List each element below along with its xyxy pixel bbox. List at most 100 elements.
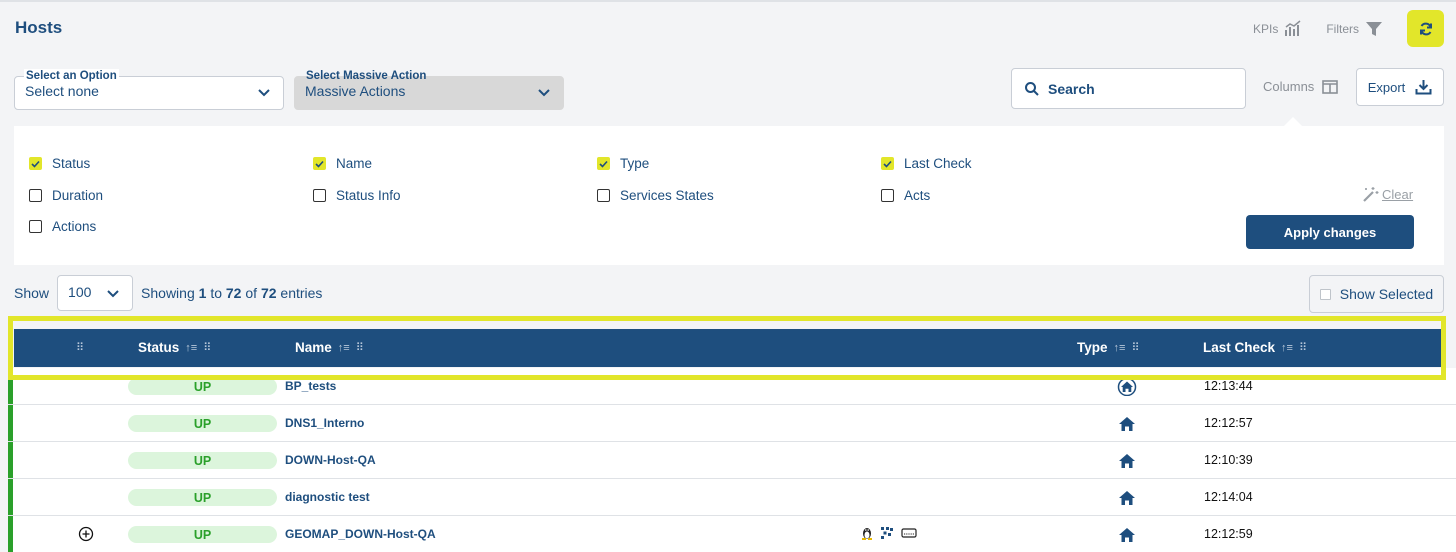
checkbox[interactable] bbox=[29, 157, 42, 170]
apply-changes-button[interactable]: Apply changes bbox=[1246, 215, 1414, 249]
show-selected-label: Show Selected bbox=[1339, 286, 1434, 302]
show-selected-toggle[interactable]: Show Selected bbox=[1309, 275, 1444, 313]
home-circle-icon bbox=[1117, 378, 1137, 396]
option-select[interactable]: Select none Select an Option bbox=[14, 69, 284, 110]
column-option-label: Type bbox=[620, 156, 650, 171]
status-badge: UP bbox=[128, 489, 277, 506]
last-check-time: 12:10:39 bbox=[1204, 453, 1253, 467]
last-check-time: 12:12:57 bbox=[1204, 416, 1253, 430]
massive-action-select[interactable]: Massive Actions Select Massive Action bbox=[294, 70, 564, 110]
show-label: Show bbox=[14, 285, 50, 301]
option-select-label: Select an Option bbox=[24, 69, 119, 83]
column-option-status[interactable]: Status bbox=[29, 156, 90, 171]
column-option-duration[interactable]: Duration bbox=[29, 188, 103, 203]
linux-icon bbox=[862, 528, 872, 540]
header-highlight-frame bbox=[8, 316, 1446, 380]
column-option-label: Duration bbox=[52, 188, 104, 203]
show-entries: Show 100 Showing 1 to 72 of 72 entries bbox=[14, 275, 322, 311]
search-icon bbox=[1025, 81, 1039, 96]
showing-text: Showing 1 to 72 of 72 entries bbox=[141, 285, 323, 301]
status-badge: UP bbox=[128, 415, 277, 432]
host-name-link[interactable]: diagnostic test bbox=[285, 490, 370, 504]
table-body: UP BP_tests 12:13:44 UP DNS1_Interno 12:… bbox=[8, 368, 1456, 552]
page-size-select[interactable]: 100 bbox=[57, 275, 134, 311]
top-actions: KPIs Filters bbox=[1253, 10, 1444, 47]
column-option-acts[interactable]: Acts bbox=[881, 188, 930, 203]
refresh-icon bbox=[1419, 22, 1432, 35]
table-row[interactable]: UP diagnostic test 12:14:04 bbox=[8, 479, 1456, 516]
chart-icon bbox=[1285, 19, 1301, 36]
status-badge: UP bbox=[128, 378, 277, 395]
status-indicator bbox=[8, 516, 13, 552]
check-icon bbox=[883, 160, 892, 168]
status-indicator bbox=[8, 442, 13, 478]
column-option-services-states[interactable]: Services States bbox=[597, 188, 714, 203]
status-badge: UP bbox=[128, 526, 277, 543]
checkbox[interactable] bbox=[313, 157, 326, 170]
column-option-label: Services States bbox=[620, 188, 714, 203]
last-check-time: 12:14:04 bbox=[1204, 490, 1253, 504]
table-row[interactable]: UP DOWN-Host-QA 12:10:39 bbox=[8, 442, 1456, 479]
status-badge: UP bbox=[128, 452, 277, 469]
checkbox[interactable] bbox=[1319, 288, 1331, 300]
column-option-actions[interactable]: Actions bbox=[29, 219, 96, 234]
clear-link[interactable]: Clear bbox=[1362, 186, 1413, 202]
clear-label: Clear bbox=[1382, 186, 1414, 202]
columns-button[interactable]: Columns bbox=[1263, 79, 1339, 94]
massive-action-value: Massive Actions bbox=[305, 83, 406, 99]
checkbox[interactable] bbox=[29, 189, 42, 202]
host-name-link[interactable]: GEOMAP_DOWN-Host-QA bbox=[285, 527, 436, 541]
page-size-value: 100 bbox=[68, 284, 92, 300]
search-input[interactable] bbox=[1048, 80, 1228, 97]
check-icon bbox=[599, 160, 608, 168]
columns-label: Columns bbox=[1263, 79, 1315, 94]
expand-plus-icon[interactable] bbox=[78, 526, 94, 542]
network-icon bbox=[881, 527, 893, 539]
kpis-button[interactable]: KPIs bbox=[1252, 19, 1302, 38]
page-title: Hosts bbox=[15, 18, 63, 37]
chevron-down-icon bbox=[538, 89, 550, 97]
checkbox[interactable] bbox=[313, 189, 326, 202]
home-icon bbox=[1119, 491, 1135, 505]
column-option-label: Acts bbox=[904, 188, 931, 203]
column-option-name[interactable]: Name bbox=[313, 156, 372, 171]
magic-wand-icon bbox=[1363, 187, 1379, 202]
host-name-link[interactable]: DOWN-Host-QA bbox=[285, 453, 376, 467]
export-button[interactable]: Export bbox=[1356, 68, 1444, 106]
column-option-label: Name bbox=[336, 156, 373, 171]
columns-icon bbox=[1322, 79, 1339, 94]
checkbox[interactable] bbox=[29, 220, 42, 233]
checkbox[interactable] bbox=[881, 157, 894, 170]
host-extra-icons bbox=[861, 526, 917, 540]
column-option-status-info[interactable]: Status Info bbox=[313, 188, 401, 203]
device-icon bbox=[901, 528, 917, 538]
column-option-last-check[interactable]: Last Check bbox=[881, 156, 972, 171]
search-box[interactable] bbox=[1011, 68, 1246, 109]
filters-label: Filters bbox=[1326, 21, 1359, 36]
checkbox[interactable] bbox=[597, 189, 610, 202]
home-icon bbox=[1119, 454, 1135, 468]
export-label: Export bbox=[1367, 79, 1406, 95]
refresh-button[interactable] bbox=[1407, 10, 1444, 47]
table-row[interactable]: UP DNS1_Interno 12:12:57 bbox=[8, 405, 1456, 442]
column-option-label: Last Check bbox=[904, 156, 972, 171]
option-select-value: Select none bbox=[25, 83, 99, 99]
host-name-link[interactable]: DNS1_Interno bbox=[285, 416, 364, 430]
table-row[interactable]: UP GEOMAP_DOWN-Host-QA 12:12:59 bbox=[8, 516, 1456, 552]
home-icon bbox=[1119, 417, 1135, 431]
column-option-type[interactable]: Type bbox=[597, 156, 649, 171]
last-check-time: 12:12:59 bbox=[1204, 527, 1253, 541]
chevron-down-icon bbox=[258, 89, 270, 97]
column-option-label: Actions bbox=[52, 219, 97, 234]
checkbox[interactable] bbox=[597, 157, 610, 170]
column-option-label: Status bbox=[52, 156, 91, 171]
check-icon bbox=[31, 160, 40, 168]
download-icon bbox=[1415, 80, 1432, 95]
massive-action-label: Select Massive Action bbox=[306, 70, 427, 82]
check-icon bbox=[315, 160, 324, 168]
checkbox[interactable] bbox=[881, 189, 894, 202]
filters-button[interactable]: Filters bbox=[1326, 20, 1383, 38]
status-indicator bbox=[8, 405, 13, 441]
host-name-link[interactable]: BP_tests bbox=[285, 379, 336, 393]
kpis-label: KPIs bbox=[1252, 21, 1279, 36]
